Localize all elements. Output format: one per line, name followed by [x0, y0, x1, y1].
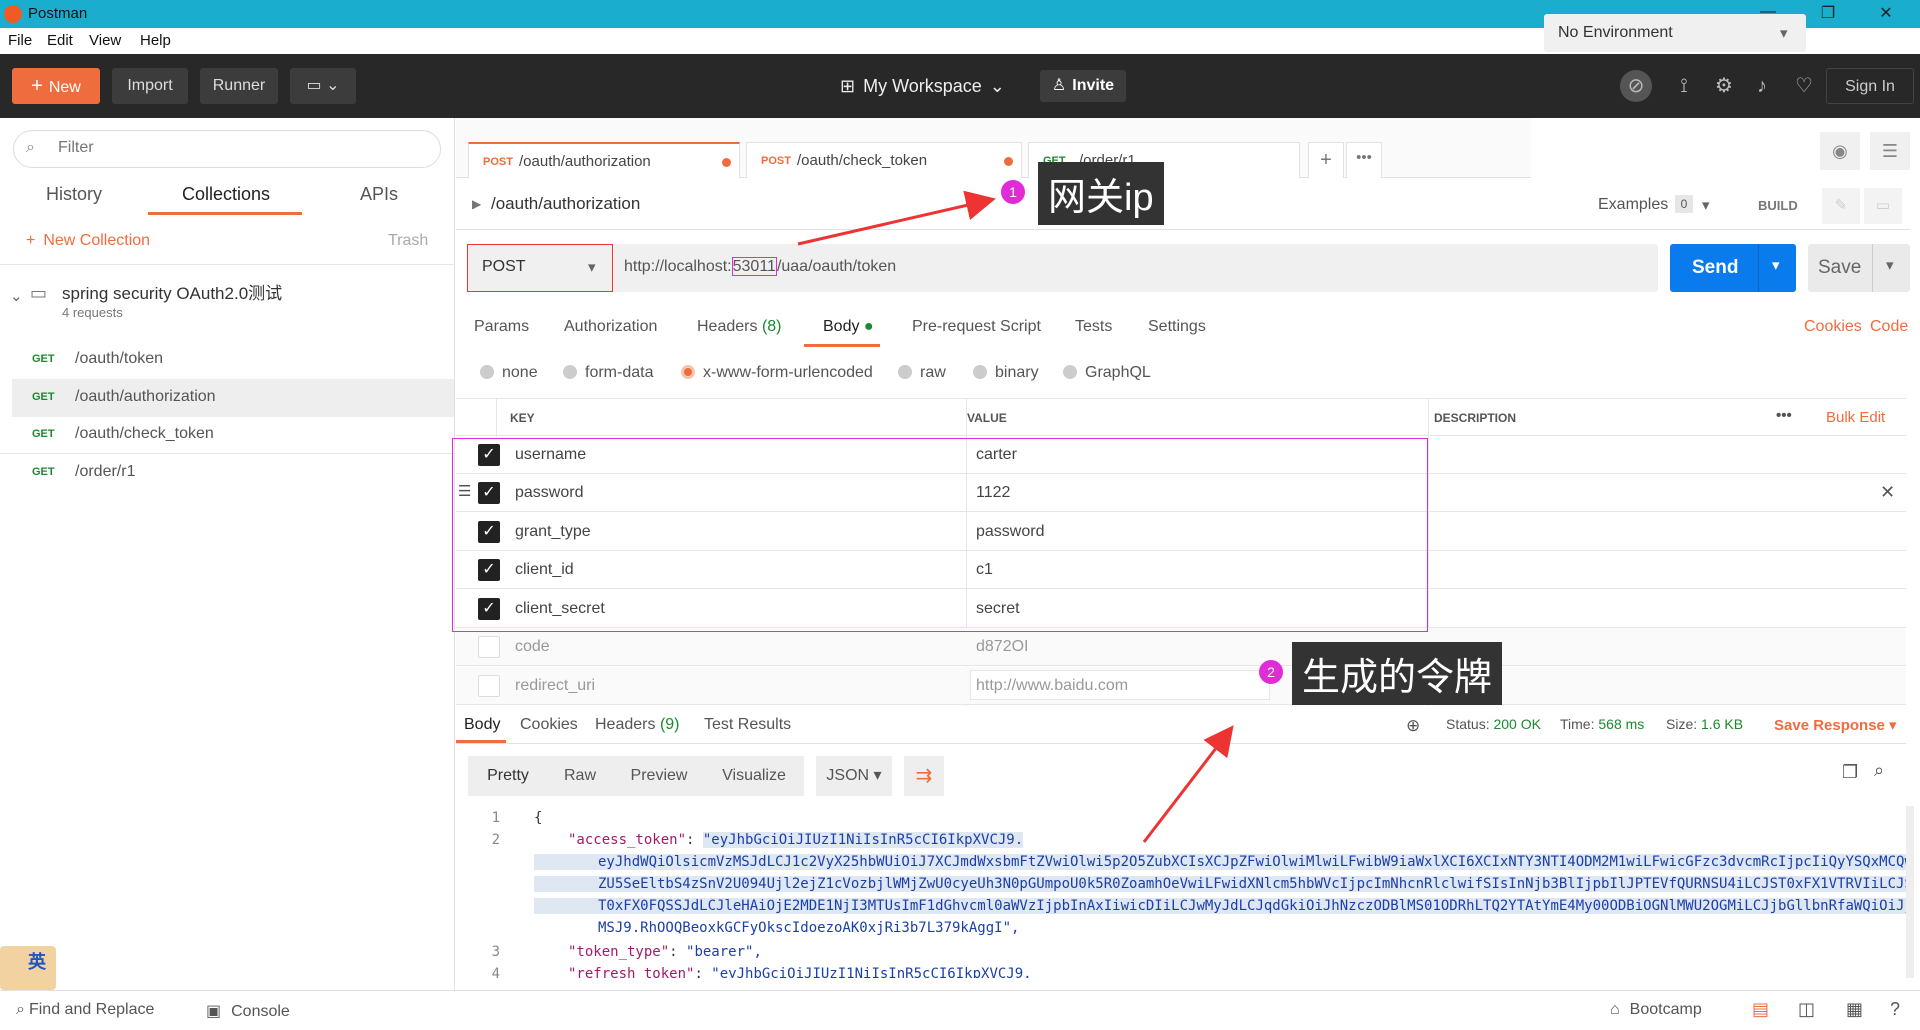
annotation-number: 1	[1001, 180, 1025, 204]
annotation-label: 生成的令牌	[1292, 642, 1503, 705]
annotation-arrows	[797, 190, 1234, 843]
annotation-label: 网关ip	[1038, 162, 1164, 225]
annotation-number: 2	[1259, 660, 1283, 684]
